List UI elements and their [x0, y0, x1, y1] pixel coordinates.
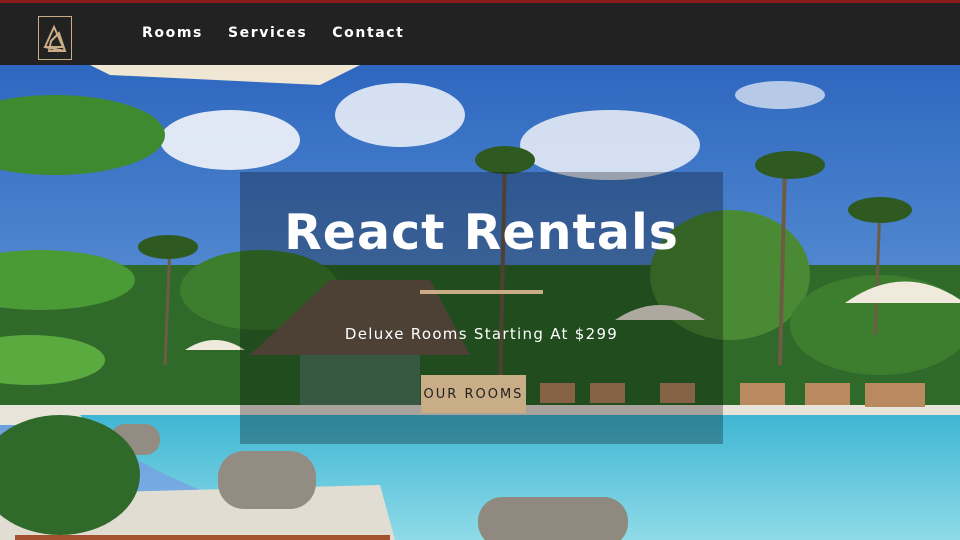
nav-link-rooms[interactable]: Rooms [142, 25, 203, 41]
pyramid-logo-icon[interactable] [38, 16, 72, 60]
nav-link-services[interactable]: Services [228, 25, 307, 41]
title-divider [420, 290, 543, 294]
hero-banner: React Rentals Deluxe Rooms Starting At $… [240, 172, 723, 444]
hero-title: React Rentals [284, 204, 679, 261]
nav-link-contact[interactable]: Contact [332, 25, 404, 41]
hero-subtitle: Deluxe Rooms Starting At $299 [344, 325, 619, 343]
navbar: Rooms Services Contact [0, 3, 960, 65]
nav-links: Rooms Services Contact [142, 25, 404, 41]
hero-section: React Rentals Deluxe Rooms Starting At $… [0, 65, 960, 540]
our-rooms-button[interactable]: OUR ROOMS [421, 375, 526, 413]
